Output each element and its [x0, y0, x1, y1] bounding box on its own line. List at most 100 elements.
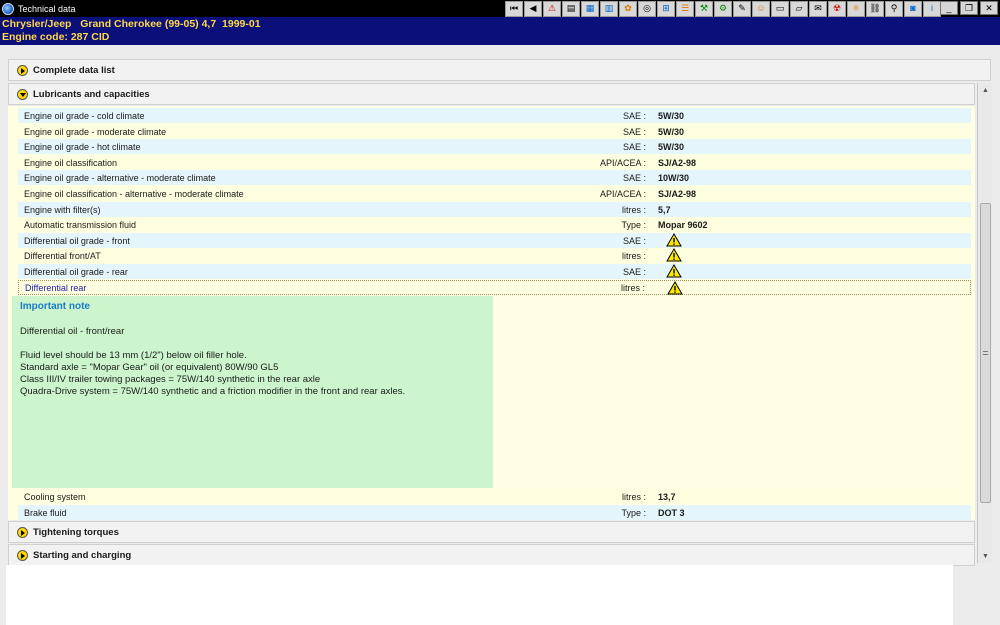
row-unit: SAE :	[622, 126, 646, 137]
row-value: 10W/30	[658, 172, 690, 183]
data-row[interactable]: Brake fluid Type : DOT 3	[18, 505, 971, 520]
vehicle-model: Chrysler/Jeep Grand Cherokee (99-05) 4,7…	[2, 18, 261, 30]
expand-arrow-icon	[17, 64, 28, 76]
data-row[interactable]: Engine oil grade - moderate climate SAE :…	[18, 124, 971, 139]
section-lubricants-and-capacities[interactable]: Lubricants and capacities	[8, 83, 975, 105]
note-text-line	[20, 338, 485, 350]
hazard-icon[interactable]: ☢	[828, 0, 846, 17]
measure-icon[interactable]: ⊞	[657, 0, 675, 17]
row-label: Differential front/AT	[24, 250, 101, 261]
book-icon[interactable]: ▥	[600, 0, 618, 17]
main-toolbar: ⏮ ◀ ⚠ ▤ ▦ ▥ ✿ ◎ ⊞ ☰ ⚒ ⚙ ✎ ☺ ▭ ▱ ✉ ☢ ⚛ ⛓ ⚲ ◙ i	[505, 0, 942, 17]
chat-icon[interactable]: ✉	[809, 0, 827, 17]
note-text-line: Class III/IV trailer towing packages = 7…	[20, 374, 321, 385]
palette-icon[interactable]: ✿	[619, 0, 637, 17]
row-value: 5W/30	[658, 141, 685, 152]
camera-icon[interactable]: ◙	[904, 0, 922, 17]
section-title: Lubricants and capacities	[33, 88, 150, 100]
row-unit: litres :	[621, 204, 646, 215]
warning-icon[interactable]	[666, 264, 682, 278]
row-label: Automatic transmission fluid	[24, 219, 137, 230]
engine-code: Engine code: 287 CID	[2, 31, 110, 43]
row-label: Engine oil grade - cold climate	[24, 110, 145, 121]
car-icon[interactable]: ▱	[790, 0, 808, 17]
row-unit: SAE :	[622, 235, 646, 246]
row-unit: SAE :	[622, 172, 646, 183]
app-logo-icon	[2, 2, 14, 15]
row-label: Engine oil grade - hot climate	[24, 141, 141, 152]
wheel-icon[interactable]: ◎	[638, 0, 656, 17]
window-title: Technical data	[18, 3, 76, 14]
vehicle-info-bar: Chrysler/Jeep Grand Cherokee (99-05) 4,7…	[0, 17, 1000, 45]
scroll-down-arrow-icon[interactable]: ▼	[978, 549, 993, 563]
data-row[interactable]: Automatic transmission fluid Type : Mopar …	[18, 217, 971, 232]
minimize-button[interactable]: _	[940, 1, 958, 15]
row-unit: API/ACEA :	[599, 188, 646, 199]
expand-arrow-icon	[17, 526, 28, 538]
data-row[interactable]: Differential oil grade - rear SAE :	[18, 264, 971, 279]
warning-icon[interactable]	[666, 248, 682, 262]
warning-icon[interactable]: ⚠	[543, 0, 561, 17]
important-note-box: Important note Differential oil - front/…	[12, 296, 493, 488]
gears-icon[interactable]: ⚛	[847, 0, 865, 17]
lubricants-panel: Important note Differential oil - front/…	[8, 106, 975, 520]
lift-icon[interactable]: ⛓	[866, 0, 884, 17]
close-button[interactable]: ✕	[980, 1, 998, 15]
section-tightening-torques[interactable]: Tightening torques	[8, 521, 975, 543]
section-title: Tightening torques	[33, 526, 119, 538]
data-row[interactable]: Engine oil classification - alternative …	[18, 186, 971, 201]
row-unit: SAE :	[622, 266, 646, 277]
data-row[interactable]: Differential rear litres :	[18, 280, 971, 295]
expand-arrow-icon	[17, 549, 28, 561]
prev-icon[interactable]: ◀	[524, 0, 542, 17]
antenna-icon[interactable]: ⚲	[885, 0, 903, 17]
restore-button[interactable]: ❐	[960, 1, 978, 15]
row-value: DOT 3	[658, 507, 685, 518]
wrench-icon[interactable]: ✎	[733, 0, 751, 17]
chart-icon[interactable]: ▦	[581, 0, 599, 17]
scrollbar-thumb[interactable]	[980, 203, 991, 503]
row-unit: API/ACEA :	[599, 157, 646, 168]
blank-area	[6, 565, 953, 625]
row-value: SJ/A2-98	[658, 188, 697, 199]
warning-icon[interactable]	[667, 281, 683, 295]
tool-icon[interactable]: ⚒	[695, 0, 713, 17]
row-label: Differential oil grade - front	[24, 235, 130, 246]
section-starting-and-charging[interactable]: Starting and charging	[8, 544, 975, 566]
document-icon[interactable]: ▤	[562, 0, 580, 17]
data-row[interactable]: Engine oil grade - hot climate SAE : 5W/30	[18, 139, 971, 154]
data-row[interactable]: Engine with filter(s) litres : 5,7	[18, 202, 971, 217]
data-row[interactable]: Cooling system litres : 13,7	[18, 489, 971, 504]
mechanic-icon[interactable]: ☺	[752, 0, 770, 17]
section-complete-data-list[interactable]: Complete data list	[8, 59, 991, 81]
engine-icon[interactable]: ⚙	[714, 0, 732, 17]
data-row[interactable]: Engine oil grade - cold climate SAE : 5W/3…	[18, 108, 971, 123]
data-row[interactable]: Engine oil classification API/ACEA : SJ/A2…	[18, 155, 971, 170]
warning-icon[interactable]	[666, 233, 682, 247]
collapse-arrow-icon	[17, 88, 28, 100]
row-label: Brake fluid	[24, 507, 67, 518]
row-value: SJ/A2-98	[658, 157, 697, 168]
note-title: Important note	[20, 301, 90, 312]
row-value: 13,7	[658, 491, 676, 502]
list-icon[interactable]: ☰	[676, 0, 694, 17]
note-text-line: Quadra-Drive system = 75W/140 synthetic …	[20, 386, 406, 397]
row-label: Differential oil grade - rear	[24, 266, 128, 277]
row-label: Cooling system	[24, 491, 86, 502]
vertical-scrollbar[interactable]: ▲ ▼	[977, 83, 992, 563]
row-unit: litres :	[620, 282, 645, 293]
data-row[interactable]: Differential oil grade - front SAE :	[18, 233, 971, 248]
section-title: Complete data list	[33, 64, 115, 76]
data-row[interactable]: Differential front/AT litres :	[18, 248, 971, 263]
clipboard-icon[interactable]: ▭	[771, 0, 789, 17]
row-unit: Type :	[621, 219, 646, 230]
row-unit: SAE :	[622, 141, 646, 152]
first-icon[interactable]: ⏮	[505, 0, 523, 17]
row-unit: litres :	[621, 250, 646, 261]
note-text-line: Standard axle = "Mopar Gear" oil (or equ…	[20, 362, 279, 373]
row-value: 5W/30	[658, 110, 685, 121]
data-row[interactable]: Engine oil grade - alternative - moderat…	[18, 170, 971, 185]
note-text-line: Fluid level should be 13 mm (1/2") below…	[20, 350, 247, 361]
scroll-up-arrow-icon[interactable]: ▲	[978, 83, 993, 97]
scrollbar-grip-icon	[983, 351, 988, 355]
